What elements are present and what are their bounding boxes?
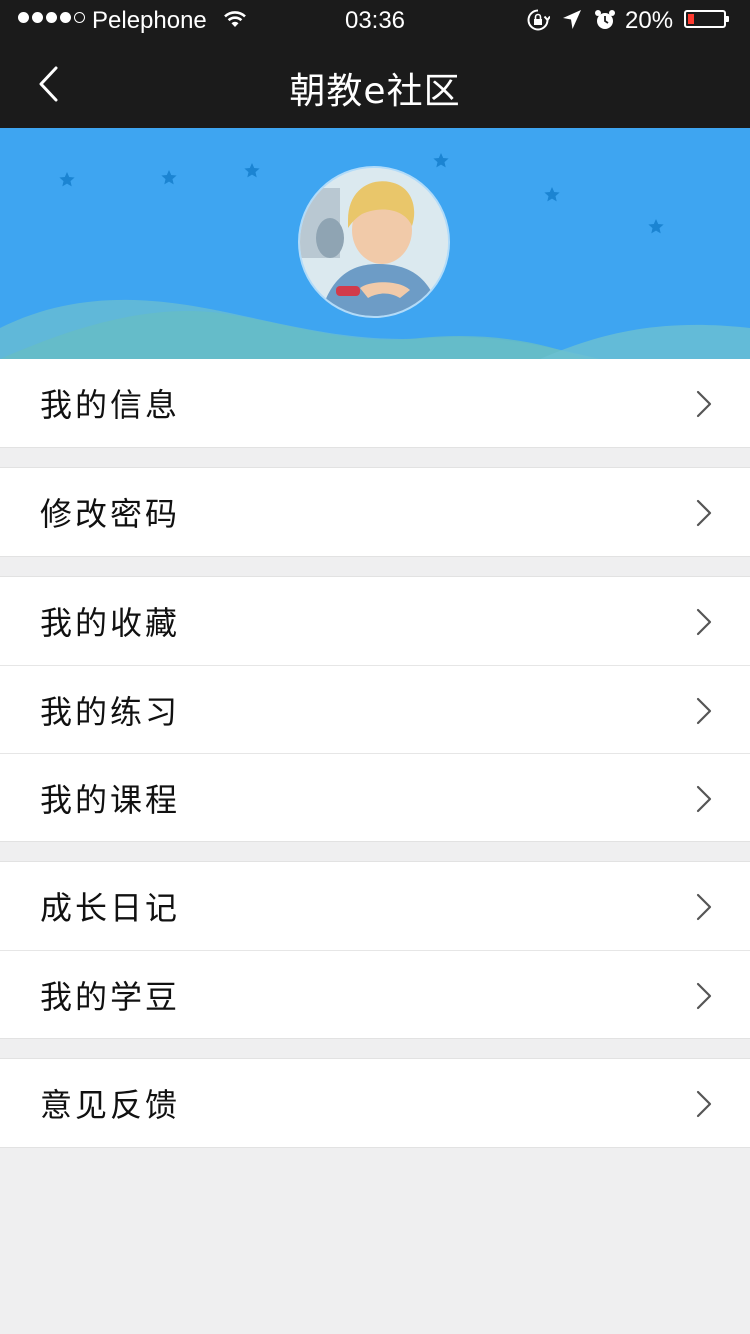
menu-item-favorites[interactable]: 我的收藏 [0, 577, 750, 665]
menu-item-label: 修改密码 [40, 495, 181, 533]
menu-item-feedback[interactable]: 意见反馈 [0, 1059, 750, 1147]
chevron-right-icon [696, 785, 712, 813]
menu-item-label: 我的课程 [40, 780, 181, 819]
menu-item-exercises[interactable]: 我的练习 [0, 665, 750, 753]
menu-group: 成长日记 我的学豆 [0, 861, 750, 1039]
menu-group: 我的收藏 我的练习 我的课程 [0, 576, 750, 842]
page-title: 朝教e社区 [289, 71, 461, 112]
settings-menu: 我的信息 修改密码 我的收藏 我的练习 我的课程 成长日记 我的学豆 意见反馈 [0, 359, 750, 1148]
chevron-right-icon [696, 608, 712, 636]
navigation-bar: 朝教e社区 [0, 40, 750, 128]
menu-group: 意见反馈 [0, 1058, 750, 1148]
profile-banner [0, 128, 750, 359]
chevron-right-icon [696, 893, 712, 921]
battery-percent: 20% [625, 7, 674, 34]
user-avatar[interactable] [300, 168, 448, 316]
rotation-lock-icon [526, 8, 551, 39]
alarm-icon [594, 9, 616, 38]
chevron-right-icon [696, 697, 712, 725]
menu-item-growth-diary[interactable]: 成长日记 [0, 862, 750, 950]
menu-item-study-beans[interactable]: 我的学豆 [0, 950, 750, 1038]
location-arrow-icon [562, 9, 582, 38]
menu-item-courses[interactable]: 我的课程 [0, 753, 750, 841]
menu-group: 修改密码 [0, 467, 750, 557]
chevron-right-icon [696, 982, 712, 1010]
chevron-right-icon [696, 499, 712, 527]
avatar-photo [300, 168, 448, 316]
battery-icon [684, 10, 729, 28]
menu-item-my-info[interactable]: 我的信息 [0, 359, 750, 447]
menu-item-label: 我的练习 [40, 692, 181, 731]
status-bar: Pelephone 03:36 20% [0, 0, 750, 40]
menu-item-label: 我的学豆 [40, 977, 181, 1016]
menu-group: 我的信息 [0, 359, 750, 448]
menu-item-label: 我的信息 [40, 386, 181, 424]
menu-item-change-password[interactable]: 修改密码 [0, 468, 750, 556]
menu-item-label: 意见反馈 [40, 1086, 181, 1124]
chevron-right-icon [696, 1090, 712, 1118]
menu-item-label: 我的收藏 [40, 604, 181, 642]
chevron-right-icon [696, 390, 712, 418]
menu-item-label: 成长日记 [40, 889, 181, 927]
